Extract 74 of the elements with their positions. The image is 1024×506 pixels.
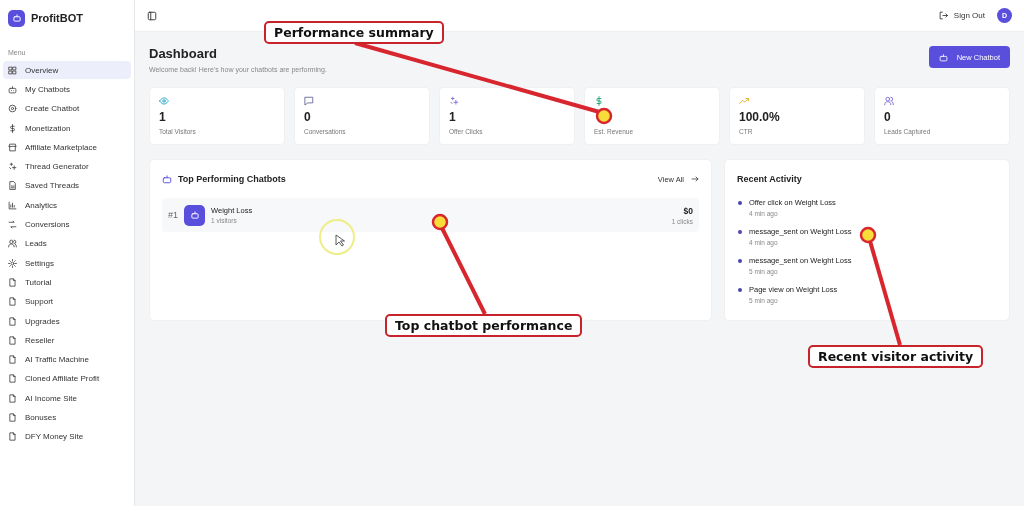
sidebar-item[interactable]: Cloned Affiliate Profit (3, 369, 131, 389)
sparkle-icon (449, 96, 459, 106)
rank-label: #1 (168, 210, 178, 220)
sidebar-item[interactable]: Monetization (3, 118, 131, 138)
document-icon (8, 413, 17, 422)
sidebar-item[interactable]: Support (3, 292, 131, 311)
card-title: Top Performing Chatbots (178, 174, 286, 184)
document-icon (8, 432, 17, 442)
robot-icon (11, 13, 22, 23)
sidebar-item[interactable]: Create Chatbot (3, 99, 131, 118)
callout-label: Top chatbot performance (385, 314, 583, 337)
trend-up-icon (739, 96, 749, 106)
arrows-icon (8, 220, 17, 229)
dollar-icon (8, 123, 17, 133)
callout-label: Performance summary (264, 21, 444, 44)
document-icon (8, 316, 17, 326)
sidebar-item[interactable]: Bonuses (3, 408, 131, 427)
mouse-cursor-icon (335, 234, 345, 247)
sidebar-item[interactable]: Thread Generator (3, 157, 131, 176)
sidebar-item[interactable]: Conversions (3, 215, 131, 234)
robot-icon (938, 52, 948, 62)
sidebar-toggle-icon (147, 10, 157, 21)
stat-value: 0 (884, 110, 891, 124)
sparkle-icon (8, 162, 17, 172)
sign-out-icon (938, 11, 948, 20)
arrow-right-icon (691, 175, 699, 183)
cursor-highlight (319, 219, 355, 255)
card-title: Recent Activity (737, 174, 802, 184)
brand-name: ProfitBOT (31, 12, 83, 24)
sidebar-item[interactable]: Saved Threads (3, 176, 131, 196)
stat-value: 1 (159, 110, 166, 124)
sign-out-button[interactable]: Sign Out (938, 11, 985, 20)
sidebar-item[interactable]: Leads (3, 234, 131, 253)
file-icon (8, 181, 17, 191)
stat-value: 100.0% (739, 110, 780, 124)
users-icon (8, 239, 17, 249)
bullet-dot (738, 201, 742, 205)
bullet-dot (738, 259, 742, 263)
page-title: Dashboard (149, 46, 218, 61)
sidebar-item[interactable]: DFY Money Site (3, 427, 131, 446)
document-icon (8, 297, 17, 307)
bar-chart-icon (8, 200, 17, 210)
document-icon (8, 374, 17, 384)
revenue-value: $0 (682, 205, 693, 216)
store-icon (8, 142, 17, 152)
dollar-icon (594, 96, 604, 106)
robot-icon (162, 174, 172, 184)
sidebar-item[interactable]: AI Income Site (3, 389, 131, 408)
target-icon (8, 104, 17, 114)
bullet-dot (738, 230, 742, 234)
speech-bubble-icon (304, 96, 314, 106)
sidebar-item[interactable]: Overview (3, 61, 131, 80)
sidebar-item[interactable]: AI Traffic Machine (3, 350, 131, 369)
document-icon (8, 335, 17, 345)
sidebar-item[interactable]: My Chatbots (3, 80, 131, 99)
gear-icon (8, 258, 17, 268)
document-icon (8, 277, 17, 287)
document-icon (8, 393, 17, 403)
users-icon (884, 96, 894, 106)
sidebar-item[interactable]: Upgrades (3, 311, 131, 331)
robot-glyph-icon (189, 210, 200, 220)
bullet-dot (738, 288, 742, 292)
sidebar-item[interactable]: Settings (3, 253, 131, 273)
sidebar-item[interactable]: Affiliate Marketplace (3, 138, 131, 157)
sidebar-item[interactable]: Reseller (3, 331, 131, 350)
document-icon (8, 355, 17, 365)
sidebar-item[interactable]: Analytics (3, 196, 131, 215)
robot-icon (8, 84, 17, 94)
eye-icon (159, 96, 169, 106)
stat-value: 0 (304, 110, 311, 124)
sidebar-item[interactable]: Tutorial (3, 273, 131, 292)
grid-icon (8, 65, 17, 75)
stat-value: 1 (449, 110, 456, 124)
callout-label: Recent visitor activity (808, 345, 984, 368)
